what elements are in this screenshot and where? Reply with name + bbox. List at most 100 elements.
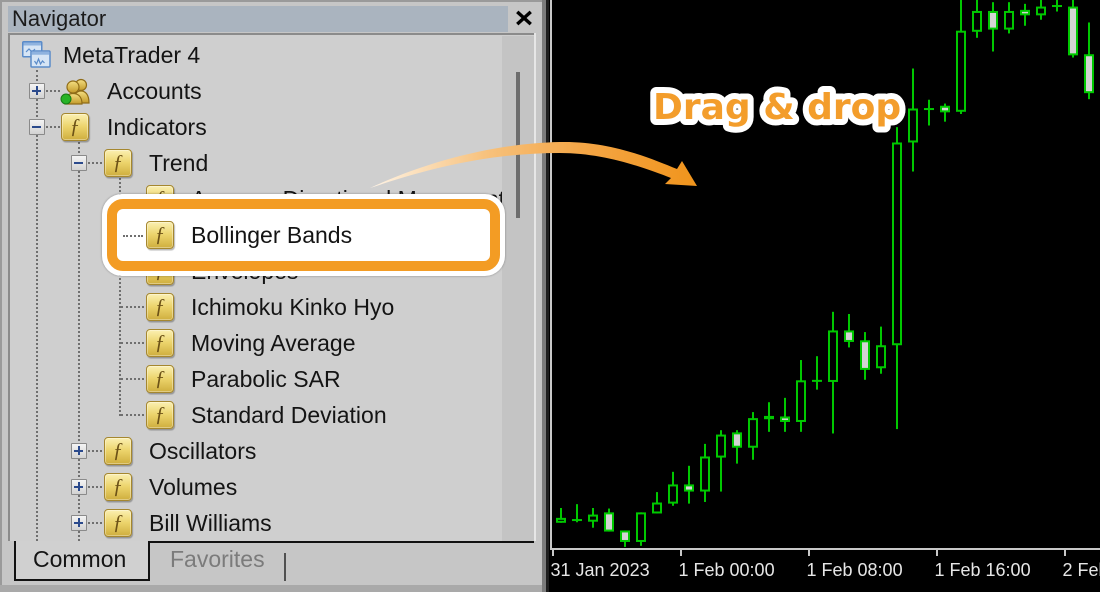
tree-item-label[interactable]: Ichimoku Kinko Hyo bbox=[191, 293, 394, 321]
tree-connector bbox=[46, 126, 60, 128]
time-axis: 31 Jan 2023 1 Feb 00:00 1 Feb 08:00 1 Fe… bbox=[551, 550, 1100, 580]
candle bbox=[572, 504, 582, 523]
tree-item-ichimoku-kinko-hyo[interactable]: Ichimoku Kinko Hyo bbox=[8, 289, 536, 325]
candle bbox=[972, 0, 982, 38]
tree-connector bbox=[121, 378, 144, 380]
tree-item-label[interactable]: Standard Deviation bbox=[191, 401, 387, 429]
tree-item-accounts[interactable]: Accounts bbox=[8, 73, 536, 109]
navigator-scrollbar[interactable] bbox=[502, 36, 534, 541]
expand-toggle[interactable] bbox=[29, 83, 45, 99]
mt4-window: Navigator MetaTrader 4 Accounts ƒ Indica… bbox=[0, 0, 1100, 592]
indicator-folder-icon bbox=[104, 473, 132, 501]
candle bbox=[1052, 0, 1062, 12]
navigator-tree: MetaTrader 4 Accounts ƒ Indicators ƒ Tre… bbox=[8, 33, 536, 541]
tab-separator bbox=[284, 553, 286, 581]
tree-item-standard-deviation[interactable]: Standard Deviation bbox=[8, 397, 536, 433]
expand-toggle[interactable] bbox=[71, 479, 87, 495]
tab-common[interactable]: Common bbox=[14, 541, 150, 581]
x-tick-mark bbox=[1064, 550, 1066, 556]
expand-toggle[interactable] bbox=[71, 515, 87, 531]
candle-body bbox=[620, 530, 630, 542]
candle-body bbox=[732, 432, 742, 448]
tab-label: Common bbox=[33, 546, 127, 572]
candle bbox=[924, 99, 934, 126]
tree-item-label[interactable]: Volumes bbox=[149, 473, 237, 501]
x-tick-mark bbox=[936, 550, 938, 556]
close-button[interactable] bbox=[516, 10, 532, 26]
dragged-item-bollinger-bands[interactable]: Bollinger Bands bbox=[117, 209, 490, 261]
tree-item-label[interactable]: Trend bbox=[149, 149, 208, 177]
navigator-panel: Navigator MetaTrader 4 Accounts ƒ Indica… bbox=[0, 0, 549, 592]
candle-body bbox=[572, 519, 582, 522]
candle bbox=[940, 103, 950, 122]
tree-border-top bbox=[8, 33, 536, 35]
tree-item-label[interactable]: Indicators bbox=[107, 113, 207, 141]
chart-frame-bottom bbox=[550, 548, 1100, 550]
candle bbox=[620, 530, 630, 547]
tree-item-label[interactable]: Bill Williams bbox=[149, 509, 272, 537]
accounts-icon bbox=[60, 78, 90, 105]
candle-body bbox=[924, 108, 934, 111]
tree-item-label[interactable]: Oscillators bbox=[149, 437, 256, 465]
candle-body bbox=[908, 108, 918, 143]
candle-body bbox=[700, 456, 710, 492]
candle-body bbox=[1004, 10, 1014, 30]
indicator-folder-icon bbox=[104, 149, 132, 177]
navigator-title: Navigator bbox=[12, 6, 107, 31]
candle-body bbox=[668, 484, 678, 504]
candles bbox=[556, 0, 1094, 547]
price-chart[interactable]: 31 Jan 2023 1 Feb 00:00 1 Feb 08:00 1 Fe… bbox=[549, 0, 1100, 592]
tree-item-indicators[interactable]: Indicators bbox=[8, 109, 536, 145]
candle-body bbox=[1068, 6, 1078, 56]
tree-connector bbox=[88, 486, 102, 488]
expand-toggle[interactable] bbox=[71, 443, 87, 459]
candle-body bbox=[892, 142, 902, 346]
tree-item-label[interactable]: Accounts bbox=[107, 77, 202, 105]
tree-item-oscillators[interactable]: Oscillators bbox=[8, 433, 536, 469]
tree-item-parabolic-sar[interactable]: Parabolic SAR bbox=[8, 361, 536, 397]
candle-body bbox=[860, 340, 870, 370]
tree-item-bill-williams[interactable]: Bill Williams bbox=[8, 505, 536, 541]
tree-item-moving-average[interactable]: Moving Average bbox=[8, 325, 536, 361]
tree-item-label[interactable]: Moving Average bbox=[191, 329, 356, 357]
candle-wick bbox=[784, 397, 786, 432]
candle bbox=[700, 443, 710, 502]
tree-border-right bbox=[534, 33, 536, 541]
tab-favorites[interactable]: Favorites bbox=[160, 545, 278, 577]
candle-body bbox=[988, 10, 998, 30]
collapse-toggle[interactable] bbox=[29, 119, 45, 135]
x-tick-mark bbox=[680, 550, 682, 556]
candle-body bbox=[972, 10, 982, 32]
candle bbox=[668, 471, 678, 506]
tree-connector bbox=[88, 162, 102, 164]
candle-body bbox=[1020, 9, 1030, 16]
candle-body bbox=[828, 330, 838, 382]
candle bbox=[796, 360, 806, 432]
tree-connector bbox=[88, 522, 102, 524]
indicator-icon bbox=[146, 293, 174, 321]
candle-body bbox=[556, 517, 566, 523]
x-tick-label: 1 Feb 16:00 bbox=[935, 560, 1031, 580]
tree-item-metatrader-4[interactable]: MetaTrader 4 bbox=[8, 37, 536, 73]
panel-border-left bbox=[0, 0, 2, 592]
candle bbox=[1084, 22, 1094, 100]
tree-item-label[interactable]: MetaTrader 4 bbox=[63, 41, 200, 69]
scrollbar-thumb[interactable] bbox=[516, 71, 520, 219]
tree-item-trend[interactable]: Trend bbox=[8, 145, 536, 181]
candle-body bbox=[1052, 5, 1062, 8]
terminal-icon bbox=[22, 41, 51, 68]
tree-connector bbox=[46, 90, 60, 92]
tree-item-label[interactable]: Parabolic SAR bbox=[191, 365, 341, 393]
tree-item-volumes[interactable]: Volumes bbox=[8, 469, 536, 505]
candle bbox=[860, 332, 870, 380]
navigator-titlebar[interactable]: Navigator bbox=[8, 6, 508, 32]
collapse-toggle[interactable] bbox=[71, 155, 87, 171]
candle bbox=[1020, 3, 1030, 26]
close-icon bbox=[516, 10, 532, 26]
candle bbox=[1068, 0, 1078, 58]
candle-body bbox=[844, 330, 854, 342]
candle bbox=[956, 0, 966, 114]
indicator-icon bbox=[146, 401, 174, 429]
tree-connector bbox=[121, 414, 144, 416]
highlighted-item-label[interactable]: Bollinger Bands bbox=[191, 221, 352, 249]
